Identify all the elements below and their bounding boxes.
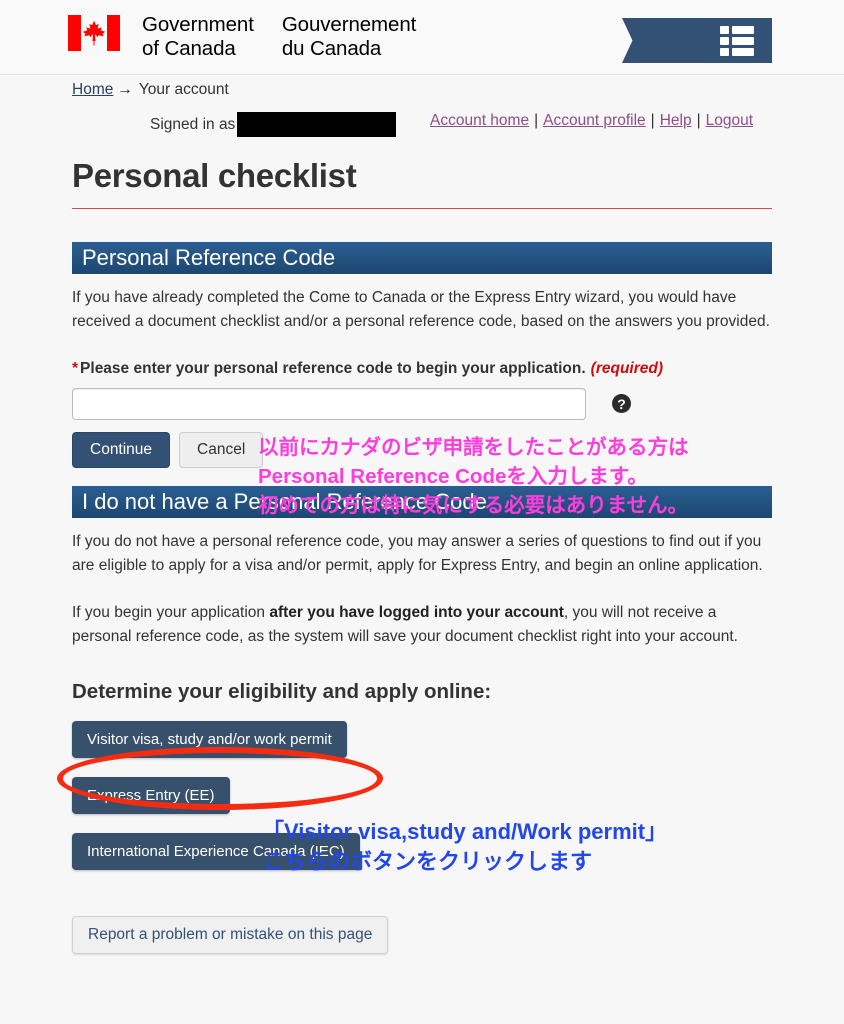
list-grid-icon: [720, 25, 754, 56]
international-experience-canada-button[interactable]: International Experience Canada (IEC): [72, 832, 360, 870]
account-bar: Signed in as Account home | Account profil…: [0, 108, 844, 142]
link-account-home[interactable]: Account home: [430, 112, 529, 129]
page-title: Personal checklist: [72, 157, 357, 194]
link-account-profile[interactable]: Account profile: [543, 112, 646, 129]
grid-bar: [732, 25, 754, 34]
breadcrumb-arrow-icon: →: [117, 81, 133, 98]
prc-intro-text: If you have already completed the Come t…: [72, 289, 770, 331]
signed-in-label: Signed in as: [150, 115, 236, 133]
link-separator: |: [534, 112, 539, 129]
breadcrumb-link-home[interactable]: Home: [72, 81, 113, 98]
express-entry-button[interactable]: Express Entry (EE): [72, 776, 230, 814]
eligibility-heading: Determine your eligibility and apply onl…: [72, 679, 492, 703]
prc-field-row: ?: [72, 387, 772, 420]
no-prc-p2-bold: after you have logged into your account: [269, 603, 564, 621]
title-divider: [72, 208, 772, 209]
wordmark-english: Government of Canada: [142, 13, 254, 60]
goc-brand: Government of Canada Gouvernement du Can…: [68, 13, 416, 61]
grid-cell: [720, 47, 729, 56]
section-banner-personal-reference-code: Personal Reference Code: [72, 242, 772, 274]
prc-required-note: (required): [590, 359, 664, 377]
continue-button[interactable]: Continue: [72, 431, 171, 468]
grid-cell: [720, 36, 729, 45]
prc-button-row: Continue Cancel: [72, 431, 772, 468]
personal-reference-code-input[interactable]: [72, 387, 586, 420]
required-star-icon: *: [72, 359, 79, 377]
grid-bar: [732, 36, 754, 45]
no-prc-paragraph-2: If you begin your application after you …: [72, 601, 772, 650]
flag-left-bar: [68, 15, 81, 51]
visitor-visa-study-work-permit-button[interactable]: Visitor visa, study and/or work permit: [72, 720, 347, 758]
wordmark-french: Gouvernement du Canada: [281, 13, 417, 60]
report-problem-button[interactable]: Report a problem or mistake on this page: [72, 915, 389, 954]
question-mark-icon[interactable]: ?: [612, 394, 631, 414]
cancel-button[interactable]: Cancel: [179, 431, 264, 468]
prc-field-label-text: Please enter your personal reference cod…: [80, 359, 586, 377]
link-separator: |: [650, 112, 655, 129]
link-separator: |: [696, 112, 701, 129]
breadcrumb: Home → Your account: [72, 81, 229, 99]
grid-cell: [720, 25, 729, 34]
no-prc-p2-pre: If you begin your application: [72, 603, 270, 621]
prc-field-label: * Please enter your personal reference co…: [72, 360, 772, 378]
account-links: Account home | Account profile | Help | Logout: [430, 112, 753, 130]
no-prc-paragraph-1: If you do not have a personal reference …: [72, 532, 763, 575]
link-logout[interactable]: Logout: [706, 112, 753, 129]
eligibility-button-group: Visitor visa, study and/or work permit E…: [72, 720, 772, 870]
signed-in-status: Signed in as: [150, 112, 397, 137]
goc-wordmark: Government of Canada Gouvernement du Can…: [142, 13, 416, 61]
link-help[interactable]: Help: [660, 112, 692, 129]
global-header: Government of Canada Gouvernement du Can…: [0, 0, 844, 75]
menu-button[interactable]: [622, 18, 772, 63]
section-banner-no-personal-reference-code: I do not have a Personal Reference Code: [72, 485, 772, 518]
maple-leaf-icon: [82, 20, 106, 46]
breadcrumb-band: Home → Your account Signed in as Account h…: [0, 75, 844, 143]
redacted-user-name: [237, 112, 397, 137]
main-content: Personal checklist Personal Reference Co…: [0, 157, 844, 954]
flag-right-bar: [107, 15, 120, 51]
canada-flag-icon: [68, 15, 120, 51]
breadcrumb-current: Your account: [138, 81, 229, 98]
grid-bar: [732, 47, 754, 56]
